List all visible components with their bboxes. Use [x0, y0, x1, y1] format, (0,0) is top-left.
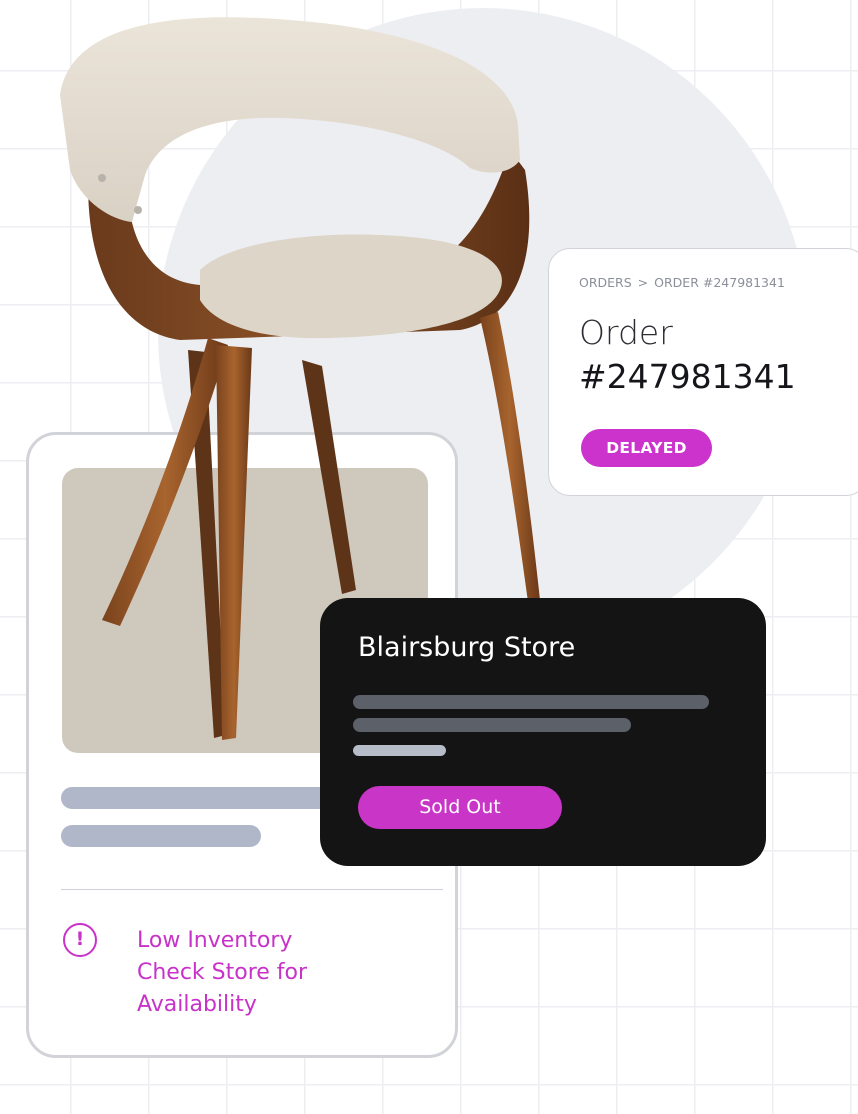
placeholder-text-bar	[61, 787, 353, 809]
breadcrumb: ORDERS > ORDER #247981341	[579, 275, 785, 290]
alert-line: Check Store for	[137, 960, 308, 985]
placeholder-text-bar	[61, 825, 261, 847]
placeholder-text-bar	[353, 695, 709, 709]
store-name: Blairsburg Store	[358, 632, 576, 663]
status-badge: DELAYED	[581, 429, 712, 467]
exclamation-circle-icon: !	[63, 923, 97, 957]
card-divider	[61, 889, 443, 890]
order-summary-card: ORDERS > ORDER #247981341 Order #247981341…	[548, 248, 858, 496]
placeholder-text-bar	[353, 718, 631, 732]
page-title: Order #247981341	[579, 311, 796, 399]
store-availability-card: Blairsburg Store Sold Out	[320, 598, 766, 866]
chevron-right-icon: >	[637, 275, 649, 290]
alert-line: Low Inventory	[137, 928, 293, 953]
low-inventory-alert: Low Inventory Check Store for Availabili…	[137, 925, 427, 1021]
sold-out-badge: Sold Out	[358, 786, 562, 829]
order-title-prefix: Order	[579, 313, 673, 352]
alert-line: Availability	[137, 992, 257, 1017]
placeholder-text-bar	[353, 745, 446, 756]
breadcrumb-current-order: ORDER #247981341	[654, 275, 785, 290]
breadcrumb-orders-link[interactable]: ORDERS	[579, 275, 632, 290]
order-number: #247981341	[579, 357, 796, 396]
